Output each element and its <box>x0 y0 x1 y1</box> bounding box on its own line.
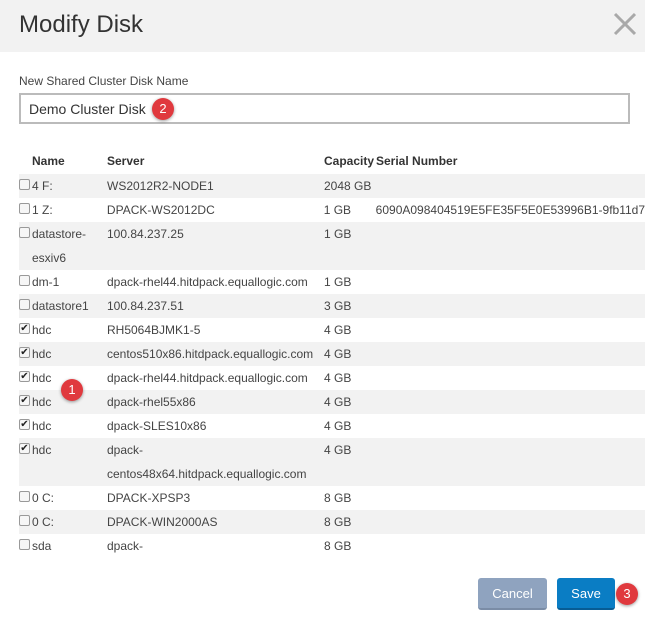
disk-name: hdc <box>32 347 52 361</box>
server-cell: 100.84.237.25 <box>107 227 184 241</box>
server-cell: DPACK-WS2012DC <box>106 203 215 217</box>
server-cell: dpack-SLES10x86 <box>107 419 207 433</box>
disk-name: dm-1 <box>32 275 60 289</box>
unchecked-checkbox[interactable] <box>19 539 30 550</box>
disk-name-input[interactable] <box>19 93 630 124</box>
table-row[interactable]: datastore-esxiv6 100.84.237.25 1 GB <box>19 222 645 270</box>
table-row[interactable]: dm-1 dpack-rhel44.hitdpack.equallogic.com… <box>19 270 645 294</box>
disk-name: 1 Z: <box>32 203 53 217</box>
capacity-cell: 2048 GB <box>324 179 372 193</box>
unchecked-checkbox[interactable] <box>19 299 30 310</box>
cancel-button[interactable]: Cancel <box>478 578 547 610</box>
name-cell: datastore-esxiv6 <box>19 222 107 270</box>
disk-name: 0 C: <box>32 491 55 505</box>
capacity-cell: 4 GB <box>324 443 352 457</box>
column-header-name[interactable]: Name <box>32 154 65 168</box>
name-cell: 1 Z: <box>19 198 107 222</box>
name-cell: dm-1 <box>19 270 107 294</box>
callout-3: 3 <box>616 583 638 605</box>
callout-1: 1 <box>61 379 83 401</box>
close-icon[interactable] <box>611 8 639 40</box>
server-cell: DPACK-WIN2000AS <box>107 515 218 529</box>
name-cell: ✔ hdc <box>19 318 107 342</box>
unchecked-checkbox[interactable] <box>19 275 30 286</box>
table-row[interactable]: ✔ hdc dpack-rhel55x86 4 GB <box>19 390 645 414</box>
name-cell: 0 C: <box>19 510 107 534</box>
table-row[interactable]: datastore1 100.84.237.51 3 GB <box>19 294 645 318</box>
table-row[interactable]: 0 C: DPACK-WIN2000AS 8 GB <box>19 510 645 534</box>
name-cell: 0 C: <box>19 486 107 510</box>
capacity-cell: 1 GB <box>324 275 352 289</box>
disk-name: 0 C: <box>32 515 55 529</box>
column-header-serial[interactable]: Serial Number <box>376 154 457 168</box>
server-cell: DPACK-XPSP3 <box>107 491 191 505</box>
checked-checkbox[interactable]: ✔ <box>19 419 30 430</box>
unchecked-checkbox[interactable] <box>19 227 30 238</box>
capacity-cell: 4 GB <box>324 395 352 409</box>
name-cell: 4 F: <box>19 174 107 198</box>
checked-checkbox[interactable]: ✔ <box>19 395 30 406</box>
unchecked-checkbox[interactable] <box>19 179 30 190</box>
disk-name: datastore-esxiv6 <box>32 227 87 265</box>
capacity-cell: 8 GB <box>324 491 352 505</box>
checked-checkbox[interactable]: ✔ <box>19 347 30 358</box>
disk-name: hdc <box>32 443 52 457</box>
capacity-cell: 4 GB <box>324 419 352 433</box>
server-cell: centos510x86.hitdpack.equallogic.com <box>107 347 314 361</box>
server-cell: dpack-rhel44.hitdpack.equallogic.com <box>107 275 308 289</box>
table-row[interactable]: ✔ hdc dpack-SLES10x86 4 GB <box>19 414 645 438</box>
capacity-cell: 1 GB <box>324 227 352 241</box>
capacity-cell: 4 GB <box>324 323 352 337</box>
capacity-cell: 4 GB <box>324 347 352 361</box>
disk-name: hdc <box>32 419 52 433</box>
capacity-cell: 8 GB <box>324 539 352 553</box>
name-cell: ✔ hdc <box>19 342 107 366</box>
checked-checkbox[interactable]: ✔ <box>19 371 30 382</box>
disk-name: hdc <box>32 323 52 337</box>
column-header-capacity[interactable]: Capacity <box>324 154 374 168</box>
disk-name: sda <box>32 539 52 553</box>
disk-name: 4 F: <box>32 179 53 193</box>
save-button[interactable]: Save <box>557 578 615 610</box>
table-row[interactable]: 4 F: WS2012R2-NODE1 2048 GB <box>19 174 645 198</box>
server-cell: 100.84.237.51 <box>107 299 184 313</box>
server-cell: WS2012R2-NODE1 <box>107 179 214 193</box>
capacity-cell: 4 GB <box>324 371 352 385</box>
callout-2: 2 <box>152 98 174 120</box>
name-cell: sda <box>19 534 107 555</box>
disk-table-body[interactable]: 4 F: WS2012R2-NODE1 2048 GB 1 Z: DPACK-WS201… <box>19 174 645 555</box>
column-header-server[interactable]: Server <box>107 154 144 168</box>
capacity-cell: 3 GB <box>324 299 352 313</box>
checked-checkbox[interactable]: ✔ <box>19 443 30 454</box>
server-cell: RH5064BJMK1-5 <box>107 323 201 337</box>
dialog-header: Modify Disk <box>0 0 645 52</box>
capacity-cell: 8 GB <box>324 515 352 529</box>
server-cell: dpack- <box>107 539 144 553</box>
checked-checkbox[interactable]: ✔ <box>19 323 30 334</box>
unchecked-checkbox[interactable] <box>19 203 30 214</box>
disk-name-label: New Shared Cluster Disk Name <box>19 74 189 88</box>
table-row[interactable]: 1 Z: DPACK-WS2012DC 1 GB 6090A098404519E5FE… <box>19 198 645 222</box>
dialog-title: Modify Disk <box>19 11 144 38</box>
table-row[interactable]: ✔ hdc centos510x86.hitdpack.equallogic.com… <box>19 342 645 366</box>
table-row[interactable]: ✔ hdc dpack-centos48x64.hitdpack.equallogi… <box>19 438 645 486</box>
server-cell: dpack-centos48x64.hitdpack.equallogic.co… <box>107 443 307 481</box>
unchecked-checkbox[interactable] <box>19 491 30 502</box>
capacity-cell: 1 GB <box>323 203 352 217</box>
table-row[interactable]: ✔ hdc dpack-rhel44.hitdpack.equallogic.com… <box>19 366 645 390</box>
table-row[interactable]: sda dpack- 8 GB <box>19 534 645 555</box>
table-row[interactable]: ✔ hdc RH5064BJMK1-5 4 GB <box>19 318 645 342</box>
disk-name: datastore1 <box>32 299 89 313</box>
serial-cell: 6090A098404519E5FE35F5E0E53996B1-9fb11d7 <box>375 203 645 217</box>
table-row[interactable]: 0 C: DPACK-XPSP3 8 GB <box>19 486 645 510</box>
server-cell: dpack-rhel44.hitdpack.equallogic.com <box>107 371 308 385</box>
server-cell: dpack-rhel55x86 <box>107 395 196 409</box>
unchecked-checkbox[interactable] <box>19 515 30 526</box>
name-cell: ✔ hdc <box>19 414 107 438</box>
name-cell: datastore1 <box>19 294 107 318</box>
name-cell: ✔ hdc <box>19 438 107 486</box>
